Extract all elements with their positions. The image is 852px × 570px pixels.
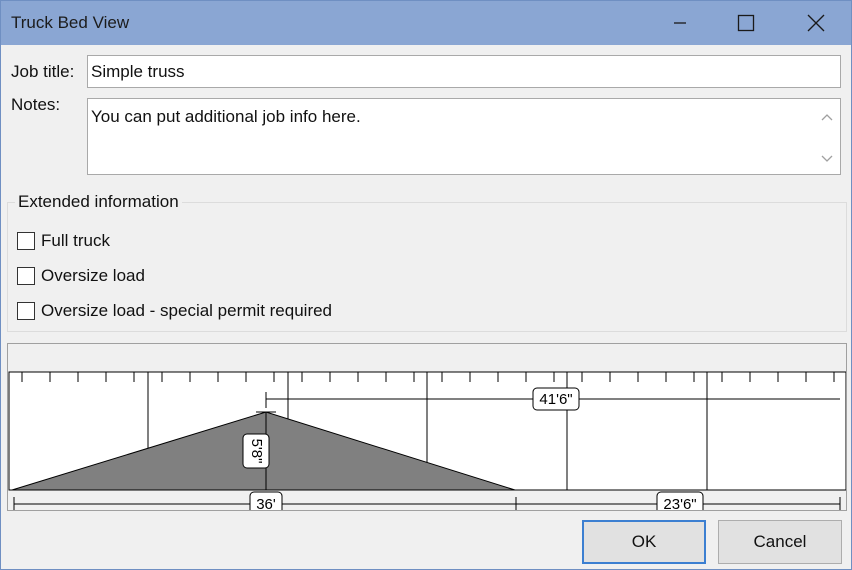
- job-title-input[interactable]: [87, 55, 841, 88]
- maximize-button[interactable]: [723, 1, 769, 45]
- full-truck-checkbox[interactable]: [17, 232, 35, 250]
- truck-bed-view-panel: 5'8" 41'6" 36' 23'6": [7, 343, 847, 511]
- oversize-load-label[interactable]: Oversize load: [41, 266, 145, 286]
- length-dimension-label: 41'6": [532, 387, 580, 411]
- load-length-label: 36': [249, 491, 283, 510]
- svg-text:36': 36': [256, 496, 276, 510]
- full-truck-checkbox-row[interactable]: Full truck: [17, 230, 110, 252]
- notes-label: Notes:: [11, 95, 61, 114]
- job-title-label: Job title:: [11, 62, 75, 81]
- oversize-permit-label[interactable]: Oversize load - special permit required: [41, 301, 332, 321]
- oversize-permit-checkbox-row[interactable]: Oversize load - special permit required: [17, 300, 332, 322]
- close-button[interactable]: [793, 1, 839, 45]
- cancel-button[interactable]: Cancel: [718, 520, 842, 564]
- svg-text:23'6": 23'6": [663, 496, 696, 510]
- close-icon: [807, 14, 825, 32]
- oversize-load-checkbox[interactable]: [17, 267, 35, 285]
- oversize-load-checkbox-row[interactable]: Oversize load: [17, 265, 145, 287]
- remaining-length-label: 23'6": [656, 491, 704, 510]
- truck-bed-diagram: 5'8" 41'6" 36' 23'6": [8, 371, 846, 510]
- title-bar: Truck Bed View: [1, 1, 851, 45]
- extended-information-group: Extended information Full truck Oversize…: [7, 192, 847, 332]
- svg-text:5'8": 5'8": [248, 439, 265, 464]
- scroll-arrows-icon: [821, 114, 833, 162]
- notes-text: You can put additional job info here.: [91, 107, 361, 126]
- notes-scrollbar[interactable]: [814, 99, 840, 174]
- ok-button[interactable]: OK: [582, 520, 706, 564]
- bottom-dimension-line: [13, 497, 841, 510]
- minimize-icon: [674, 22, 686, 24]
- maximize-icon: [737, 14, 755, 32]
- window-title: Truck Bed View: [11, 13, 130, 32]
- height-dimension-label: 5'8": [242, 433, 270, 469]
- oversize-permit-checkbox[interactable]: [17, 302, 35, 320]
- svg-text:41'6": 41'6": [539, 391, 572, 408]
- truck-bed-view-window: Truck Bed View Job title: Notes: You can…: [0, 0, 852, 570]
- notes-textarea[interactable]: You can put additional job info here.: [87, 98, 841, 175]
- minimize-button[interactable]: [657, 1, 703, 45]
- extended-information-title: Extended information: [15, 192, 182, 212]
- full-truck-label[interactable]: Full truck: [41, 231, 110, 251]
